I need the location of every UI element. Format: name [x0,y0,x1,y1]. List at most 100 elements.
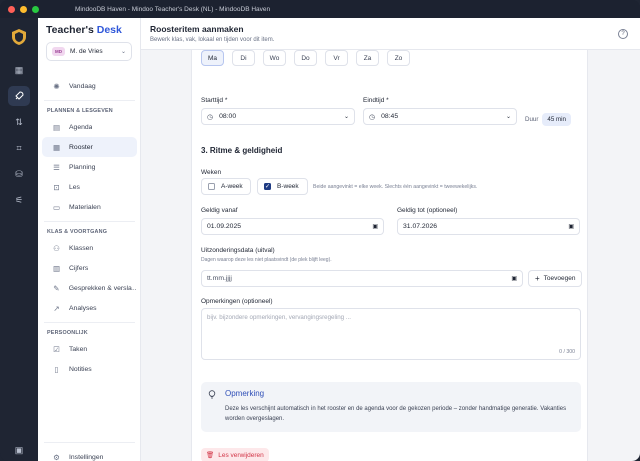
trash-icon: 🗑 [206,452,215,459]
weeks-label: Weken [201,169,222,176]
day-button-ma[interactable]: Ma [201,50,224,66]
folder-icon: ▭ [52,202,61,212]
day-button-wo[interactable]: Wo [263,50,286,66]
avatar: MD [52,47,65,56]
exclusion-date-field[interactable]: tt.mm.jjjj ▣ [201,270,523,287]
delete-lesson-button[interactable]: 🗑 Les verwijderen [201,448,269,461]
day-button-zo[interactable]: Zo [387,50,410,66]
sidebar-item-materialen[interactable]: ▭ Materialen [42,197,137,217]
window-title: MindooDB Haven - Mindoo Teacher's Desk (… [75,5,271,13]
app-window: MindooDB Haven - Mindoo Teacher's Desk (… [0,0,640,461]
sidebar-item-instellingen[interactable]: ⚙ Instellingen [42,447,137,461]
calendar-icon: ▤ [52,122,61,132]
clock-icon: ◷ [207,113,214,121]
grid-icon[interactable]: ▦ [8,60,30,80]
list-icon: ☰ [53,162,60,172]
chat-icon: ✎ [53,283,60,293]
section-title: 3. Ritme & geldigheid [201,146,283,155]
page-title: Roosteritem aanmaken [150,24,244,34]
chevron-down-icon: ⌄ [343,114,349,120]
sidebar-item-gesprekken[interactable]: ✎ Gesprekken & versla… [42,278,137,298]
clock-icon: ◷ [369,113,376,121]
sidebar-item-vandaag[interactable]: ✺ Vandaag [42,76,137,96]
sync-icon[interactable]: ⇅ [8,112,30,132]
valid-from-field[interactable]: 01.09.2025 ▣ [201,218,384,235]
weekday-selector: Ma Di Wo Do Vr Za Zo [201,50,410,66]
exclusion-label: Uitzonderingsdata (uitval) [201,247,275,254]
sliders-icon[interactable]: ⚟ [8,190,30,210]
day-button-do[interactable]: Do [294,50,317,66]
day-button-vr[interactable]: Vr [325,50,348,66]
weeks-hint: Beide aangevinkt = elke week. Slechts éé… [313,184,478,190]
database-icon[interactable]: ⛁ [8,164,30,184]
checkbox-unchecked-icon [208,183,215,190]
end-time-field[interactable]: ◷ 08:45 ⌄ [363,108,517,125]
chevron-down-icon: ⌄ [120,49,126,55]
sidebar-footer: ⚙ Instellingen [38,438,141,461]
start-time-field[interactable]: ◷ 08:00 ⌄ [201,108,355,125]
divider [44,322,135,323]
duration-badge: 45 min [542,113,571,126]
remarks-textarea[interactable]: bijv. bijzondere opmerkingen, vervanging… [201,308,581,360]
sun-icon: ✺ [53,81,60,91]
title-bar: MindooDB Haven - Mindoo Teacher's Desk (… [0,0,640,18]
sidebar-toggle-icon[interactable]: ▣ [8,440,30,460]
help-icon[interactable]: ? [618,29,628,39]
exclusion-hint: Dagen waarop deze les niet plaatsvindt (… [201,257,332,263]
day-button-za[interactable]: Za [356,50,379,66]
form-card: Ma Di Wo Do Vr Za Zo Starttijd * ◷ 08:00… [191,50,588,461]
add-exclusion-button[interactable]: + Toevoegen [528,270,583,287]
section-heading: KLAS & VOORTGANG [47,229,108,235]
note-title: Opmerking [225,389,265,398]
divider [44,100,135,101]
sidebar-item-taken[interactable]: ☑ Taken [42,339,137,359]
remarks-placeholder: bijv. bijzondere opmerkingen, vervanging… [207,314,351,321]
sidebar-item-klassen[interactable]: ⚇ Klassen [42,238,137,258]
sidebar-item-les[interactable]: ⊡ Les [42,177,137,197]
valid-to-field[interactable]: 31.07.2026 ▣ [397,218,580,235]
gear-icon: ⚙ [53,452,60,461]
note-body: Deze les verschijnt automatisch in het r… [225,406,567,422]
section-heading: PLANNEN & LESGEVEN [47,108,113,114]
maximize-window-button[interactable] [32,5,39,13]
checklist-icon: ☑ [53,344,60,354]
page-subtitle: Bewerk klas, vak, lokaal en tijden voor … [150,37,275,43]
table-icon: ▦ [52,142,61,152]
section-heading: PERSOONLIJK [47,330,88,336]
sidebar-item-planning[interactable]: ☰ Planning [42,157,137,177]
rocket-icon[interactable] [8,86,30,106]
day-button-di[interactable]: Di [232,50,255,66]
valid-to-label: Geldig tot (optioneel) [397,207,458,214]
app-logo-icon [10,28,28,46]
plus-icon: + [535,274,540,283]
sidebar-item-notities[interactable]: ▯ Notities [42,359,137,379]
sidebar-item-analyses[interactable]: ↗ Analyses [42,298,137,318]
trend-icon: ↗ [53,303,60,313]
start-time-label: Starttijd * [201,97,228,104]
divider [44,221,135,222]
scan-icon[interactable]: ⌗ [8,138,30,158]
sidebar-nav: ✺ Vandaag PLANNEN & LESGEVEN ▤ Agenda ▦ … [38,76,141,379]
calendar-icon[interactable]: ▣ [511,275,517,282]
main-area: Roosteritem aanmaken Bewerk klas, vak, l… [141,18,640,461]
board-icon: ⊡ [53,182,60,192]
sidebar-item-cijfers[interactable]: ▥ Cijfers [42,258,137,278]
b-week-checkbox[interactable]: ✓ B-week [257,178,308,195]
user-switcher[interactable]: MD M. de Vries ⌄ [46,42,132,61]
sidebar-item-rooster[interactable]: ▦ Rooster [42,137,137,157]
minimize-window-button[interactable] [20,5,27,13]
icon-rail: ▦ ⇅ ⌗ ⛁ ⚟ ▣ [0,18,38,461]
a-week-checkbox[interactable]: A-week [201,178,251,195]
sidebar-item-agenda[interactable]: ▤ Agenda [42,117,137,137]
end-time-label: Eindtijd * [363,97,389,104]
users-icon: ⚇ [53,243,60,253]
calendar-icon[interactable]: ▣ [372,223,378,230]
checkbox-checked-icon: ✓ [264,183,271,190]
calendar-icon[interactable]: ▣ [568,223,574,230]
brand-title: Teacher's Desk [46,24,122,36]
valid-from-label: Geldig vanaf [201,207,238,214]
divider [44,442,135,443]
close-window-button[interactable] [8,5,15,13]
page-header: Roosteritem aanmaken Bewerk klas, vak, l… [141,18,640,50]
bar-chart-icon: ▥ [52,263,61,273]
